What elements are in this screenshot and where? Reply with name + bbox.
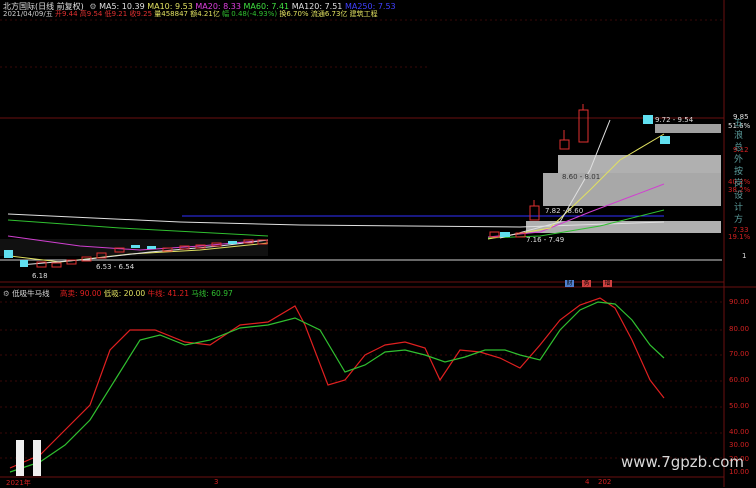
indicator-bottom: 低吸: 20.00 — [103, 289, 146, 298]
indicator-axis-label: 70.00 — [729, 350, 750, 358]
side-char: 方 — [734, 215, 744, 225]
watermark: www.7gpzb.com — [621, 453, 744, 471]
indicator-title[interactable]: 低吸牛马线 — [12, 289, 50, 298]
indicator-axis-label: 50.00 — [729, 402, 750, 410]
annotation-label: 9.72 - 9.54 — [655, 116, 694, 124]
ma60-line — [7, 219, 269, 237]
indicator-horse: 马线: 60.97 — [191, 289, 233, 298]
side-char: 总 — [734, 143, 744, 153]
side-vertical-text: 五 浪 总 外 按 岗 设 计 方 — [734, 118, 744, 226]
indicator-axis-label: 40.00 — [729, 428, 750, 436]
chart-window[interactable]: 北方国际(日线 前复权) ⚙ MA5: 10.39 MA10: 9.53 MA2… — [0, 0, 756, 487]
indicator-axis-label: 80.00 — [729, 325, 750, 333]
annotation-label: 8.60 - 8.01 — [562, 173, 601, 181]
indicator-axis-label: 30.00 — [729, 441, 750, 449]
side-char: 设 — [734, 191, 744, 201]
pause-icon[interactable] — [16, 440, 24, 476]
indicator-axis-label: 90.00 — [729, 298, 750, 306]
date-label: 202 — [598, 478, 612, 486]
indicator-gear-icon[interactable]: ⚙ — [3, 289, 10, 298]
side-char: 外 — [734, 155, 744, 165]
indicator-bull: 牛线: 41.21 — [147, 289, 189, 298]
price-axis-label: 19.1% — [728, 233, 751, 241]
indicator-header: ⚙ 低吸牛马线 高卖: 90.00 低吸: 20.00 牛线: 41.21 马线… — [3, 288, 233, 299]
annotation-label: 6.53 - 6.54 — [96, 263, 135, 271]
annotation-label: 7.16 - 7.49 — [526, 236, 565, 244]
side-char: 五 — [734, 119, 744, 129]
chart-canvas[interactable] — [0, 0, 756, 487]
date-label: 4 — [585, 478, 590, 486]
price-axis-label: 1 — [742, 252, 747, 260]
fib-box — [558, 155, 721, 173]
side-char: 计 — [734, 203, 744, 213]
annotation-label: 6.18 — [32, 272, 48, 280]
indicator-top: 高卖: 90.00 — [60, 289, 102, 298]
side-char: 岗 — [734, 179, 744, 189]
fib-box — [655, 124, 721, 133]
pause-icon[interactable] — [33, 440, 41, 476]
annotation-label: 7.82 - 8.60 — [545, 207, 584, 215]
tab-finance[interactable]: 财 — [565, 280, 574, 287]
date-label: 3 — [214, 478, 219, 486]
horse-line — [9, 301, 665, 473]
side-char: 浪 — [734, 131, 744, 141]
tab-add[interactable]: 增 — [603, 280, 612, 287]
side-char: 按 — [734, 167, 744, 177]
indicator-axis-label: 60.00 — [729, 376, 750, 384]
tab-business[interactable]: 务 — [582, 280, 591, 287]
